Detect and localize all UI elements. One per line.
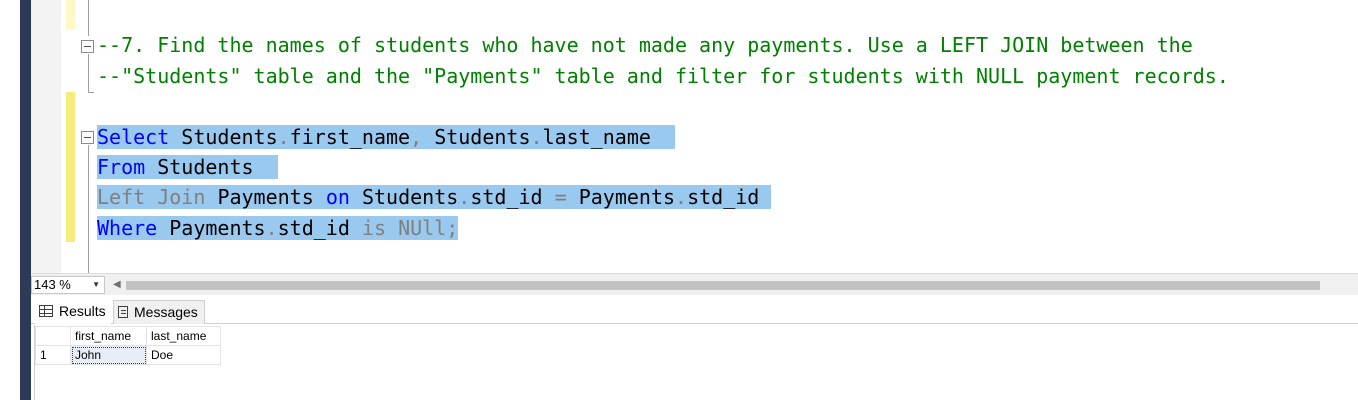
tab-label: Messages — [134, 304, 198, 320]
tab-messages[interactable]: Messages — [113, 300, 205, 324]
keyword: on — [325, 185, 350, 209]
row-number[interactable]: 1 — [35, 345, 71, 365]
keyword: is — [361, 216, 387, 240]
outline-line — [88, 0, 89, 36]
column-header[interactable]: first_name — [70, 326, 147, 346]
keyword: Left — [97, 185, 146, 209]
change-indicator — [66, 0, 75, 30]
header-row: first_name last_name — [35, 326, 221, 346]
messages-icon — [118, 306, 128, 318]
identifier: first_name — [289, 125, 411, 149]
identifier: Students — [157, 155, 254, 179]
change-indicator — [66, 92, 75, 242]
comment-line: --7. Find the names of students who have… — [97, 33, 1193, 57]
operator: . — [458, 185, 471, 209]
tab-results[interactable]: Results — [35, 300, 111, 324]
operator: . — [530, 125, 543, 149]
table-row: 1 John Doe — [35, 345, 221, 365]
collapse-icon[interactable] — [81, 131, 94, 144]
identifier: Payments — [217, 185, 314, 209]
horizontal-scrollbar[interactable] — [126, 281, 1320, 290]
operator: = — [554, 185, 567, 209]
outline-tick — [88, 92, 94, 93]
operator: ; — [446, 216, 459, 240]
scroll-left-icon[interactable]: ◀ — [113, 278, 121, 292]
zoom-value: 143 % — [34, 277, 71, 292]
grid-icon — [39, 305, 53, 317]
results-table: first_name last_name 1 John Doe — [35, 326, 221, 365]
editor-status-strip: 143 % ▼ ◀ — [31, 273, 1358, 295]
identifier: Students — [181, 125, 278, 149]
editor-margin — [31, 0, 61, 273]
column-header[interactable]: last_name — [146, 326, 221, 346]
identifier: Payments — [578, 185, 676, 209]
keyword: Join — [157, 185, 206, 209]
tab-label: Results — [59, 303, 106, 319]
keyword: Select — [97, 125, 170, 149]
query-line-select: Select Students.first_name, Students.las… — [97, 123, 676, 151]
keyword: NUll — [398, 216, 447, 240]
query-line-where: Where Payments.std_id is NUll; — [97, 214, 459, 242]
zoom-dropdown[interactable]: 143 % ▼ — [31, 276, 105, 294]
query-line-from: From Students — [97, 153, 278, 181]
comment-line: --"Students" table and the "Payments" ta… — [97, 64, 1229, 88]
chevron-down-icon: ▼ — [92, 280, 100, 289]
operator: . — [277, 125, 290, 149]
outline-line — [88, 145, 89, 273]
results-tabs: Results Messages — [31, 296, 1358, 324]
cell-last-name[interactable]: Doe — [146, 345, 221, 365]
query-editor[interactable]: --7. Find the names of students who have… — [31, 0, 1358, 273]
query-line-join: Left Join Payments on Students.std_id = … — [97, 183, 772, 211]
collapse-icon[interactable] — [81, 40, 94, 53]
window-frame — [0, 0, 31, 400]
keyword: From — [97, 155, 146, 179]
identifier: Students — [434, 125, 531, 149]
results-grid[interactable]: first_name last_name 1 John Doe — [31, 325, 1358, 400]
identifier: std_id — [687, 185, 760, 209]
outline-line — [88, 54, 89, 92]
corner-cell[interactable] — [35, 326, 71, 346]
identifier: std_id — [277, 216, 350, 240]
keyword: Where — [97, 216, 158, 240]
operator: , — [410, 125, 423, 149]
identifier: std_id — [470, 185, 543, 209]
cell-first-name[interactable]: John — [70, 345, 147, 365]
operator: . — [675, 185, 688, 209]
operator: . — [265, 216, 278, 240]
identifier: last_name — [542, 125, 651, 149]
identifier: Payments — [169, 216, 266, 240]
identifier: Students — [361, 185, 459, 209]
